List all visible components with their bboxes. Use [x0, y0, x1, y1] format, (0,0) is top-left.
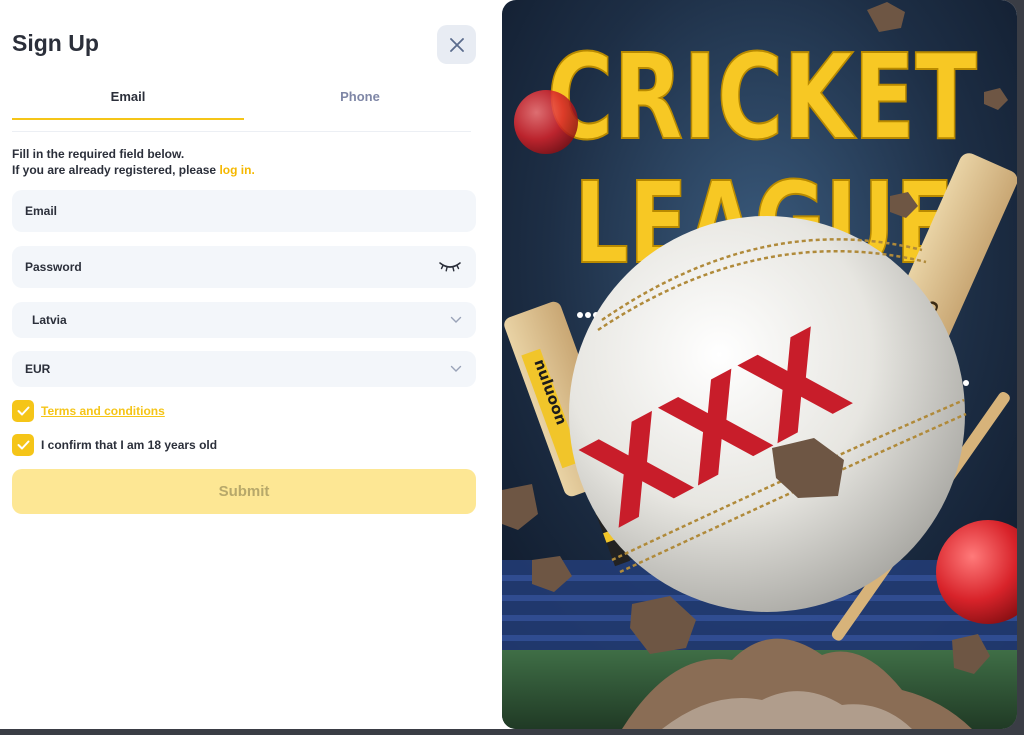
age-confirm-label: I confirm that I am 18 years old	[41, 438, 218, 452]
sign-up-modal: Sign Up Email Phone Fill in the required…	[0, 0, 1017, 729]
terms-checkbox[interactable]	[12, 400, 34, 422]
password-placeholder: Password	[25, 260, 82, 274]
hint-line-2-text: If you are already registered, please	[12, 163, 217, 177]
email-placeholder: Email	[25, 204, 58, 218]
login-link[interactable]: log in.	[219, 163, 254, 177]
country-value: Latvia	[32, 313, 67, 327]
cricket-league-artwork: CRICKET LEAGUE Graydon nuluoon	[502, 0, 1017, 729]
age-confirm-row: I confirm that I am 18 years old	[12, 434, 217, 456]
country-chevron	[450, 316, 462, 324]
hint-line-1: Fill in the required field below.	[12, 147, 185, 161]
red-ball-small	[514, 90, 578, 154]
submit-button[interactable]: Submit	[12, 469, 476, 514]
currency-value: EUR	[25, 362, 51, 376]
age-confirm-checkbox[interactable]	[12, 434, 34, 456]
currency-chevron	[450, 365, 462, 373]
modal-title: Sign Up	[12, 30, 99, 56]
signup-method-tabs: Email Phone	[12, 84, 471, 132]
form-hint: Fill in the required field below. If you…	[12, 146, 255, 178]
terms-link[interactable]: Terms and conditions	[41, 404, 165, 418]
country-select[interactable]: Latvia	[12, 302, 476, 338]
terms-row: Terms and conditions	[12, 400, 165, 422]
tab-email[interactable]: Email	[12, 84, 244, 120]
currency-select[interactable]: EUR	[12, 351, 476, 387]
chevron-down-icon	[450, 365, 462, 372]
close-button[interactable]	[437, 25, 476, 64]
chevron-down-icon	[450, 316, 462, 323]
eye-closed-icon	[439, 262, 461, 272]
sign-up-form: Sign Up Email Phone Fill in the required…	[0, 0, 490, 729]
email-field[interactable]: Email	[12, 190, 476, 232]
checkmark-icon	[17, 440, 29, 450]
hint-line-2: If you are already registered, please lo…	[12, 162, 255, 178]
promo-banner: CRICKET LEAGUE Graydon nuluoon	[502, 0, 1017, 729]
headline-line-1: CRICKET	[547, 28, 977, 166]
close-icon	[449, 37, 464, 52]
password-field[interactable]: Password	[12, 246, 476, 288]
tab-phone[interactable]: Phone	[244, 84, 476, 120]
toggle-password-visibility[interactable]	[438, 261, 462, 273]
checkmark-icon	[17, 406, 29, 416]
